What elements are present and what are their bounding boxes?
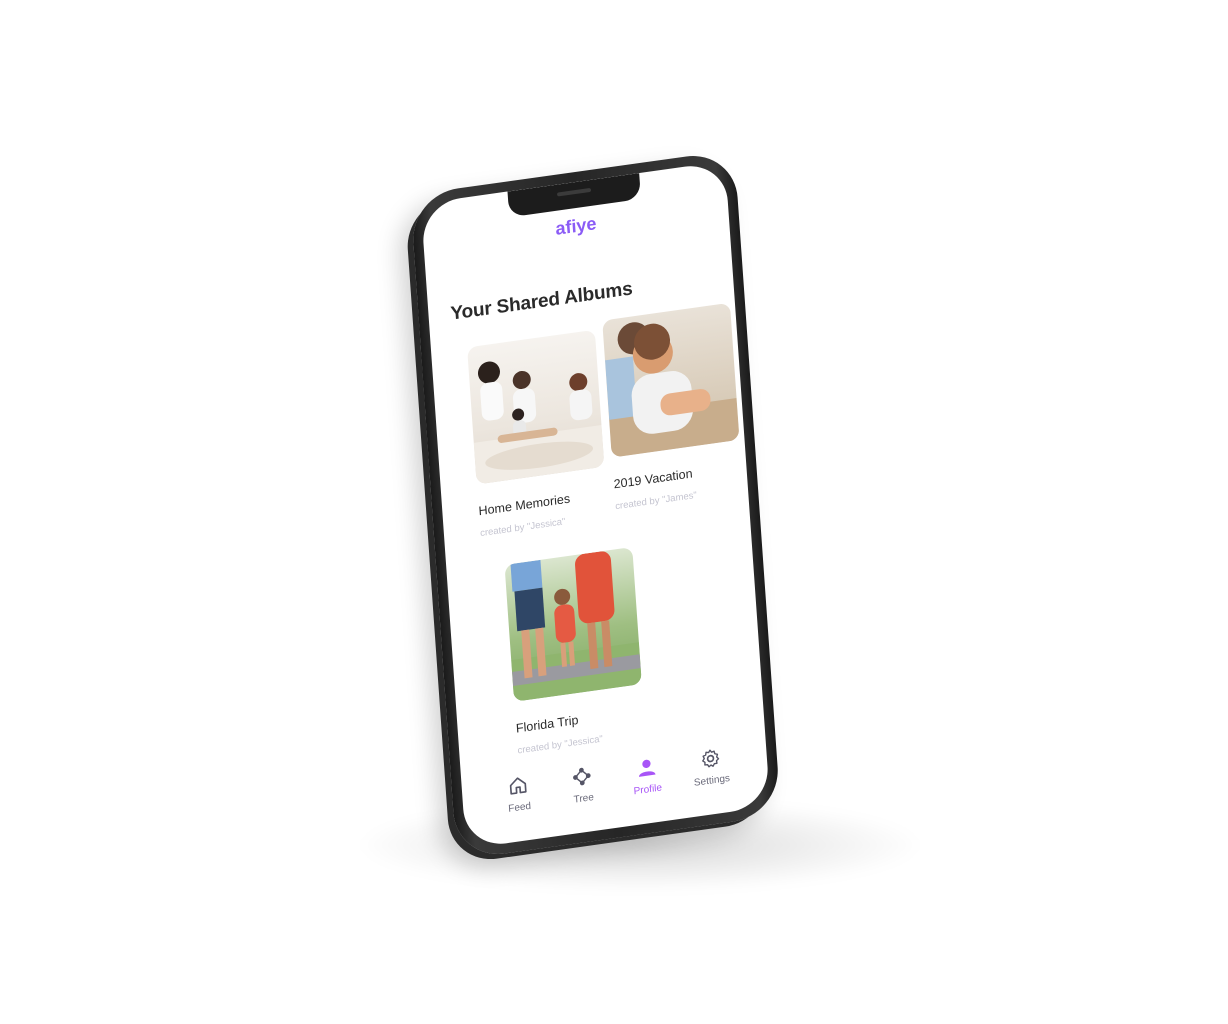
album-photo	[467, 329, 605, 485]
album-card-home-memories[interactable]: Home Memories created by "Jessica"	[467, 329, 608, 539]
nav-item-feed[interactable]: Feed	[490, 754, 546, 817]
gear-icon	[701, 749, 720, 768]
nav-item-settings[interactable]: Settings	[683, 727, 739, 790]
phone-body: afiye Your Shared Albums Home Memories c…	[410, 149, 781, 861]
nav-label: Tree	[573, 791, 595, 806]
album-photo	[602, 302, 740, 458]
album-photo	[504, 546, 642, 702]
walking-family-illustration	[510, 551, 642, 702]
profile-icon	[638, 759, 656, 777]
phone-mockup: afiye Your Shared Albums Home Memories c…	[0, 0, 1228, 1024]
volume-up-button	[416, 353, 426, 411]
mute-switch	[412, 304, 421, 339]
album-card-2019-vacation[interactable]: 2019 Vacation created by "James"	[602, 302, 743, 512]
hug-photo-illustration	[604, 322, 740, 458]
home-icon	[509, 777, 527, 795]
nav-item-profile[interactable]: Profile	[618, 736, 674, 799]
nav-item-tree[interactable]: Tree	[554, 745, 610, 808]
nav-label: Settings	[693, 772, 731, 789]
speaker-grille	[556, 187, 591, 197]
family-photo-illustration	[473, 361, 605, 485]
nav-label: Feed	[507, 800, 532, 815]
tree-icon	[573, 767, 592, 786]
page-title: Your Shared Albums	[449, 278, 634, 325]
album-card-florida-trip[interactable]: Florida Trip created by "Jessica"	[504, 546, 646, 756]
volume-down-button	[420, 419, 430, 476]
nav-label: Profile	[633, 782, 663, 798]
phone-screen: afiye Your Shared Albums Home Memories c…	[420, 161, 771, 849]
